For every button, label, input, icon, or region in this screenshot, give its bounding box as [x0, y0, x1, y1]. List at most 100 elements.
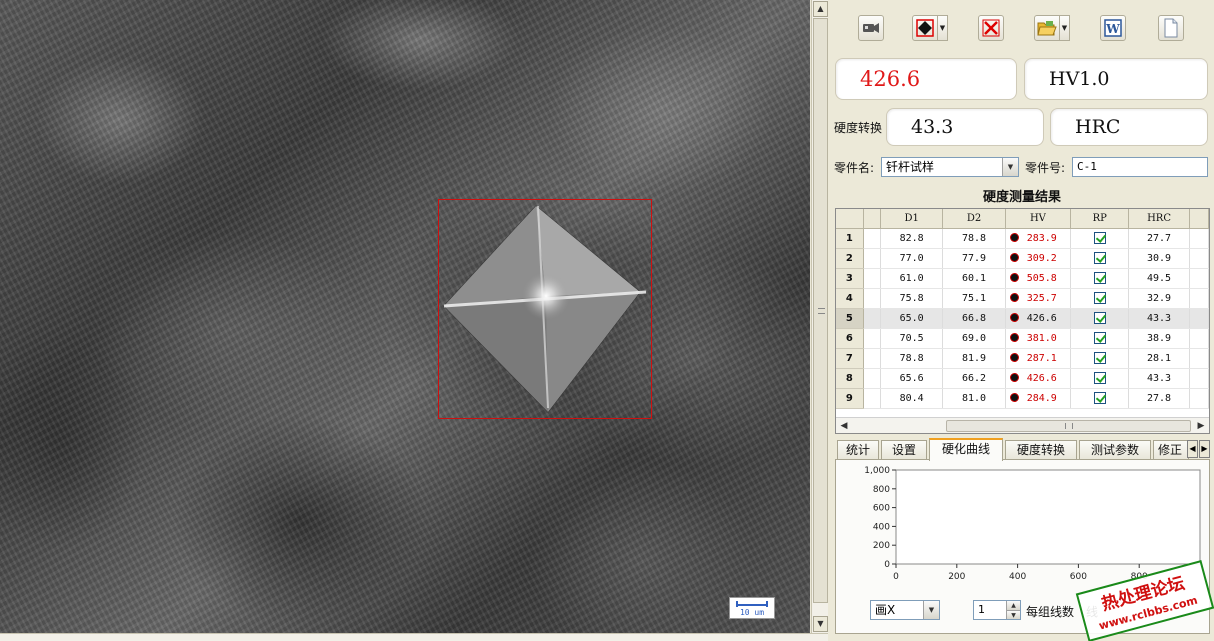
- row-number[interactable]: 5: [836, 308, 864, 329]
- tab-scroll-right-icon[interactable]: ▶: [1199, 440, 1210, 458]
- grid-scroll-thumb[interactable]: [946, 420, 1191, 432]
- axis-select[interactable]: 画X ▼: [870, 600, 940, 620]
- row-number[interactable]: 1: [836, 228, 864, 249]
- indent-marker-icon[interactable]: [1009, 312, 1019, 322]
- tab-correction[interactable]: 修正: [1153, 440, 1189, 460]
- cell-hrc: 32.9: [1128, 288, 1190, 309]
- table-row[interactable]: 8 65.6 66.2 426.6 43.3: [836, 368, 1209, 389]
- tab-hardness-conversion[interactable]: 硬度转换: [1005, 440, 1077, 460]
- table-row[interactable]: 4 75.8 75.1 325.7 32.9: [836, 288, 1209, 309]
- rp-checkbox[interactable]: [1093, 352, 1106, 364]
- row-tail: [1189, 368, 1209, 389]
- chevron-down-icon[interactable]: ▼: [1060, 15, 1070, 41]
- y-tick-label: 200: [873, 541, 890, 551]
- camera-button[interactable]: [858, 14, 884, 42]
- row-number[interactable]: 3: [836, 268, 864, 289]
- microscope-image-view[interactable]: 10 um: [0, 0, 810, 633]
- indent-marker-icon[interactable]: [1009, 252, 1019, 262]
- rp-checkbox[interactable]: [1093, 332, 1106, 344]
- rp-checkbox[interactable]: [1093, 372, 1106, 384]
- row-number[interactable]: 2: [836, 248, 864, 269]
- part-name-label: 零件名:: [834, 161, 875, 175]
- rp-checkbox[interactable]: [1093, 392, 1106, 404]
- tab-hardening-curve[interactable]: 硬化曲线: [929, 438, 1003, 461]
- tab-test-parameters[interactable]: 测试参数: [1079, 440, 1151, 460]
- stepper-down-icon[interactable]: ▼: [1006, 610, 1020, 619]
- rp-checkbox[interactable]: [1093, 272, 1106, 284]
- indent-marker-icon[interactable]: [1009, 392, 1019, 402]
- table-row[interactable]: 9 80.4 81.0 284.9 27.8: [836, 388, 1209, 409]
- svg-text:W: W: [1105, 22, 1120, 36]
- table-row[interactable]: 1 82.8 78.8 283.9 27.7: [836, 228, 1209, 249]
- grid-horizontal-scrollbar[interactable]: ◀ ▶: [836, 417, 1209, 433]
- image-vertical-scrollbar[interactable]: ▲ ▼: [811, 0, 828, 633]
- header-hrc[interactable]: HRC: [1128, 209, 1190, 229]
- y-tick-label: 1,000: [864, 466, 890, 476]
- cell-rp: [1070, 388, 1130, 409]
- hv-value: 287.1: [1026, 352, 1057, 364]
- indent-marker-icon[interactable]: [1009, 372, 1019, 382]
- header-d1[interactable]: D1: [880, 209, 944, 229]
- tab-statistics[interactable]: 统计: [837, 440, 879, 460]
- table-row[interactable]: 6 70.5 69.0 381.0 38.9: [836, 328, 1209, 349]
- indent-marker-icon[interactable]: [1009, 332, 1019, 342]
- table-row[interactable]: 3 61.0 60.1 505.8 49.5: [836, 268, 1209, 289]
- new-document-button[interactable]: [1158, 14, 1184, 42]
- indent-marker-icon[interactable]: [1009, 292, 1019, 302]
- indent-marker-icon[interactable]: [1009, 272, 1019, 282]
- scroll-right-icon[interactable]: ▶: [1194, 419, 1208, 433]
- x-tick-label: 600: [1070, 572, 1087, 582]
- results-grid[interactable]: D1 D2 HV RP HRC 1 82.8 78.8 283.9 27.7 2 77.0 7…: [835, 208, 1210, 434]
- export-word-button[interactable]: W: [1100, 14, 1126, 42]
- stepper-up-icon[interactable]: ▲: [1006, 601, 1020, 610]
- part-name-select[interactable]: 钎杆试样 ▼: [881, 157, 1019, 177]
- scroll-up-icon[interactable]: ▲: [813, 1, 828, 17]
- scroll-left-icon[interactable]: ◀: [837, 419, 851, 433]
- open-file-button[interactable]: ▼: [1034, 14, 1070, 42]
- header-d2[interactable]: D2: [942, 209, 1006, 229]
- x-tick-label: 400: [1009, 572, 1026, 582]
- cell-hv: 287.1: [1005, 348, 1072, 369]
- chevron-down-icon[interactable]: ▼: [938, 15, 948, 41]
- measurement-roi-box[interactable]: [438, 199, 652, 419]
- cell-rp: [1070, 308, 1130, 329]
- table-row[interactable]: 2 77.0 77.9 309.2 30.9: [836, 248, 1209, 269]
- cell-d2: 75.1: [942, 288, 1006, 309]
- hv-value: 309.2: [1026, 252, 1057, 264]
- row-number[interactable]: 4: [836, 288, 864, 309]
- rp-checkbox[interactable]: [1093, 312, 1106, 324]
- rp-checkbox[interactable]: [1093, 232, 1106, 244]
- indent-marker-icon[interactable]: [1009, 232, 1019, 242]
- row-number[interactable]: 8: [836, 368, 864, 389]
- scroll-down-icon[interactable]: ▼: [813, 616, 828, 632]
- cell-d2: 66.2: [942, 368, 1006, 389]
- cell-hv: 381.0: [1005, 328, 1072, 349]
- y-tick-label: 800: [873, 485, 890, 495]
- group-count-stepper[interactable]: 1 ▲ ▼: [973, 600, 1021, 620]
- camera-icon: [863, 23, 879, 33]
- cell-d2: 78.8: [942, 228, 1006, 249]
- part-number-input[interactable]: C-1: [1072, 157, 1208, 177]
- scroll-thumb[interactable]: [813, 18, 828, 603]
- scale-bar-label: 10 um: [739, 608, 765, 617]
- indent-marker-icon[interactable]: [1009, 352, 1019, 362]
- row-number[interactable]: 7: [836, 348, 864, 369]
- tab-settings[interactable]: 设置: [881, 440, 927, 460]
- chevron-down-icon[interactable]: ▼: [1002, 158, 1018, 176]
- rp-checkbox[interactable]: [1093, 292, 1106, 304]
- row-number[interactable]: 6: [836, 328, 864, 349]
- hv-value: 283.9: [1026, 232, 1057, 244]
- table-row[interactable]: 7 78.8 81.9 287.1 28.1: [836, 348, 1209, 369]
- rp-checkbox[interactable]: [1093, 252, 1106, 264]
- hv-value: 325.7: [1026, 292, 1057, 304]
- indent-mode-button[interactable]: ▼: [912, 14, 948, 42]
- header-hv[interactable]: HV: [1005, 209, 1072, 229]
- converted-value-display: 43.3: [886, 108, 1044, 146]
- header-rp[interactable]: RP: [1070, 209, 1130, 229]
- delete-button[interactable]: [978, 14, 1004, 42]
- row-number[interactable]: 9: [836, 388, 864, 409]
- cell-d1: 77.0: [880, 248, 944, 269]
- chevron-down-icon[interactable]: ▼: [923, 601, 939, 619]
- tab-scroll-left-icon[interactable]: ◀: [1187, 440, 1198, 458]
- table-row[interactable]: 5 65.0 66.8 426.6 43.3: [836, 308, 1209, 329]
